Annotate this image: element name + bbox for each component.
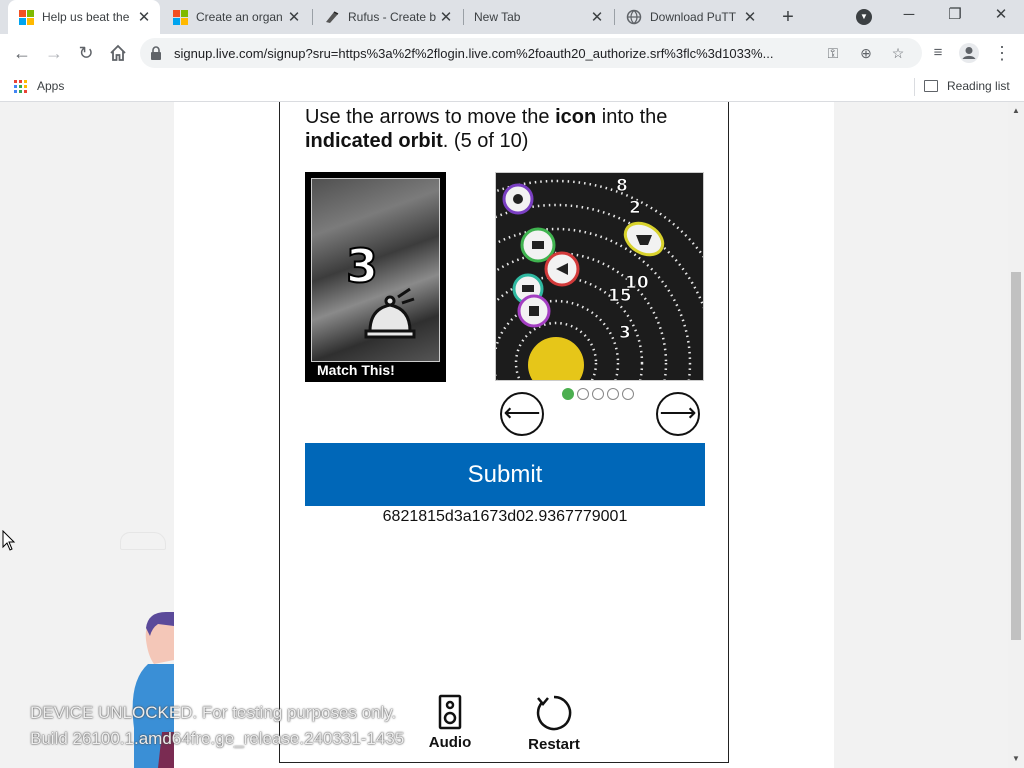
match-this-label: Match This! (317, 362, 395, 378)
pager-dot (577, 388, 589, 400)
key-icon[interactable]: ⚿ (823, 43, 843, 63)
tab-rufus[interactable]: Rufus - Create b ✕ (314, 0, 462, 34)
close-icon[interactable]: ✕ (587, 8, 607, 26)
pager-dot (607, 388, 619, 400)
bookmarks-bar: Apps Reading list (0, 72, 1024, 102)
tab-help-us-beat[interactable]: Help us beat the ✕ (8, 0, 160, 34)
reading-list-label: Reading list (947, 79, 1010, 93)
tab-separator (463, 9, 464, 25)
audio-label: Audio (428, 734, 472, 751)
tab-title: New Tab (474, 10, 521, 24)
close-icon[interactable]: ✕ (284, 8, 304, 26)
tab-title: Create an organ (196, 10, 283, 24)
profile-avatar-icon[interactable] (956, 40, 982, 66)
url-text: signup.live.com/signup?sru=https%3a%2f%2… (174, 46, 774, 61)
menu-kebab-icon[interactable]: ⋮ (989, 40, 1015, 66)
home-icon[interactable] (105, 40, 131, 66)
arrow-left-button[interactable]: ⟵ (500, 392, 544, 436)
orbit-label-8: 8 (616, 176, 628, 196)
close-icon[interactable]: ✕ (740, 8, 760, 26)
audio-button[interactable]: Audio (428, 694, 472, 751)
orbit-label-2: 2 (629, 198, 641, 218)
watermark-line-2: Build 26100.1.amd64fre.ge_release.240331… (30, 729, 405, 748)
pager-dot (592, 388, 604, 400)
session-token: 6821815d3a1673d02.9367779001 (382, 508, 628, 525)
speaker-icon (438, 694, 462, 730)
tab-separator (614, 9, 615, 25)
windows-watermark: DEVICE UNLOCKED. For testing purposes on… (30, 700, 404, 752)
captcha-frame: Use the arrows to move the icon into the… (279, 102, 729, 763)
scrollbar-thumb[interactable] (1011, 272, 1021, 640)
match-image: 3 (311, 178, 440, 362)
pager-dot (562, 388, 574, 400)
close-icon[interactable]: ✕ (134, 8, 154, 26)
tab-separator (312, 9, 313, 25)
new-tab-plus-icon[interactable]: + (776, 5, 800, 29)
reading-list-icon (924, 80, 938, 92)
media-playlist-icon[interactable]: ≡ (925, 40, 951, 66)
arrow-right-button[interactable]: ⟶ (656, 392, 700, 436)
microsoft-logo-icon (172, 9, 188, 25)
restart-icon (536, 695, 572, 731)
rufus-icon (324, 9, 340, 25)
zoom-icon[interactable]: ⊕ (856, 43, 876, 63)
globe-icon (626, 9, 642, 25)
microsoft-logo-icon (18, 9, 34, 25)
window-close-icon[interactable]: ✕ (985, 4, 1017, 26)
mouse-cursor-icon (2, 530, 16, 551)
tab-search-chevron-icon[interactable]: ▼ (856, 9, 872, 25)
apps-grid-icon (14, 79, 27, 93)
tab-strip: Help us beat the ✕ Create an organ ✕ Ruf… (0, 0, 1024, 34)
tab-download-putty[interactable]: Download PuTT ✕ (616, 0, 766, 34)
tab-title: Download PuTT (650, 10, 737, 24)
orbit-label-3: 3 (619, 323, 631, 343)
forward-arrow-icon[interactable]: → (41, 40, 67, 66)
orbit-image: 8 2 10 15 3 (495, 172, 704, 381)
minimize-icon[interactable]: ─ (893, 4, 925, 26)
reload-icon[interactable]: ↻ (73, 40, 99, 66)
scroll-up-arrow-icon[interactable]: ▲ (1008, 106, 1024, 115)
back-arrow-icon[interactable]: ← (9, 40, 35, 66)
orbit-label-15: 15 (608, 286, 632, 306)
match-this-card: 3 Match This! (305, 172, 446, 382)
tab-title: Rufus - Create b (348, 10, 436, 24)
bookmarks-separator (914, 78, 915, 96)
tab-title: Help us beat the (42, 10, 130, 24)
submit-button[interactable]: Submit (305, 443, 705, 506)
tab-create-an-organ[interactable]: Create an organ ✕ (162, 0, 310, 34)
bell-icon (364, 287, 416, 339)
pager-dot (622, 388, 634, 400)
address-bar[interactable]: signup.live.com/signup?sru=https%3a%2f%2… (140, 38, 922, 68)
reading-list-button[interactable]: Reading list (924, 79, 1010, 93)
apps-label: Apps (37, 79, 65, 93)
pager-dots (562, 388, 637, 400)
watermark-line-1: DEVICE UNLOCKED. For testing purposes on… (30, 703, 397, 722)
match-number: 3 (345, 238, 379, 294)
restart-button[interactable]: Restart (526, 694, 582, 753)
captcha-instruction: Use the arrows to move the icon into the… (305, 106, 668, 152)
lock-icon (151, 46, 161, 60)
page-scrollbar[interactable]: ▲ ▼ (1008, 102, 1024, 768)
close-icon[interactable]: ✕ (436, 8, 456, 26)
page-viewport: Use the arrows to move the icon into the… (0, 102, 1008, 768)
apps-shortcut[interactable]: Apps (14, 79, 64, 93)
restore-icon[interactable]: ❐ (939, 4, 971, 26)
scroll-down-arrow-icon[interactable]: ▼ (1008, 754, 1024, 763)
restart-label: Restart (528, 736, 580, 753)
star-icon[interactable]: ☆ (888, 43, 908, 63)
tab-new-tab[interactable]: New Tab ✕ (465, 0, 613, 34)
browser-toolbar: ← → ↻ signup.live.com/signup?sru=https%3… (0, 34, 1024, 72)
